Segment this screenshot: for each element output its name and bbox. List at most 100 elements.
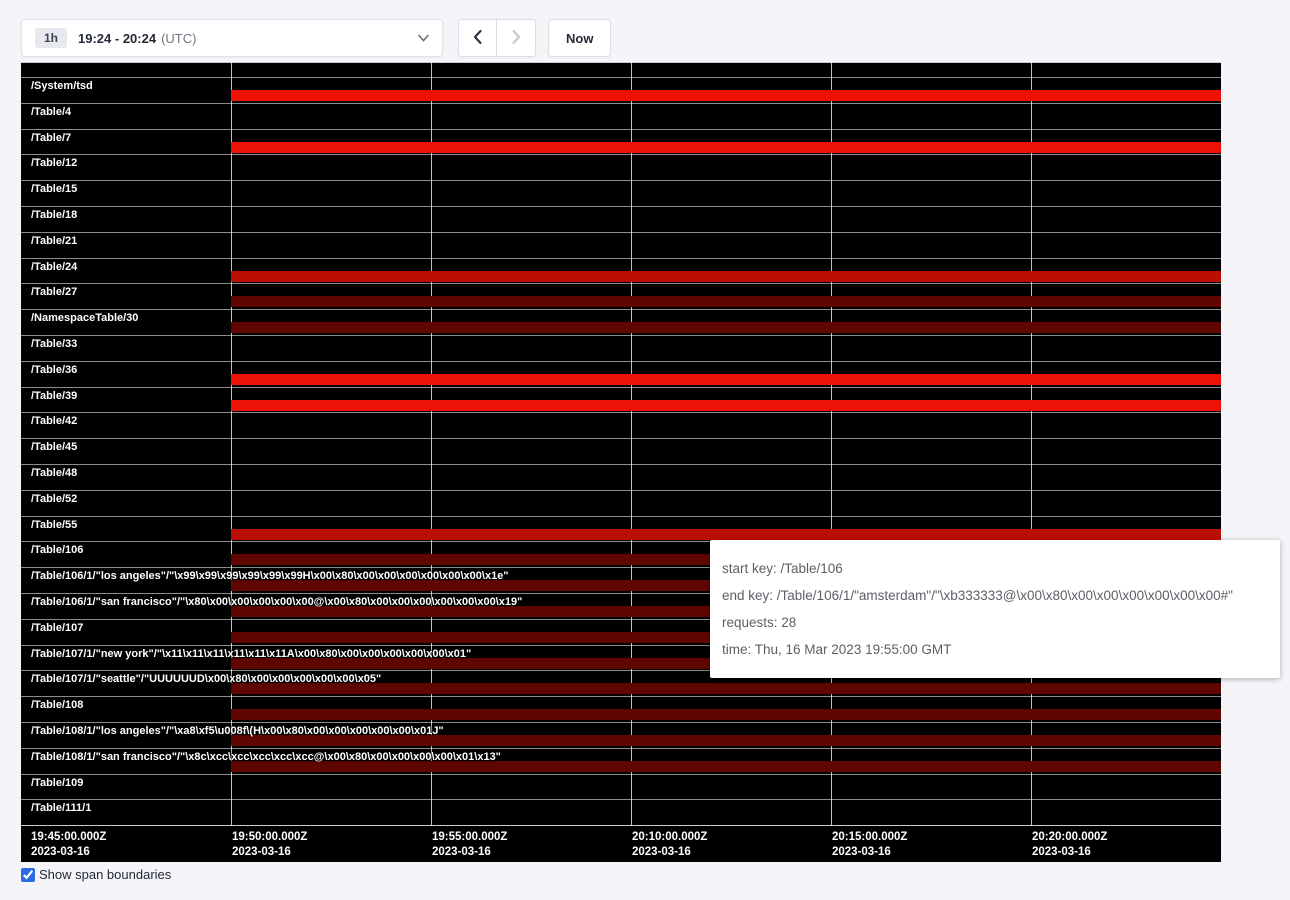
span-key-label: /Table/36: [31, 364, 77, 376]
span-key-label: /Table/107/1/"new york"/"\x11\x11\x11\x1…: [31, 648, 471, 660]
x-axis-tick: 19:50:00.000Z2023-03-16: [232, 830, 307, 860]
tick-date: 2023-03-16: [232, 845, 307, 860]
time-range-selector[interactable]: 1h 19:24 - 20:24 (UTC): [21, 19, 443, 57]
now-button[interactable]: Now: [548, 19, 611, 57]
x-axis: 19:45:00.000Z2023-03-1619:50:00.000Z2023…: [21, 825, 1221, 862]
heatmap-row[interactable]: /Table/36: [21, 361, 1221, 387]
heatmap-row[interactable]: /Table/15: [21, 180, 1221, 206]
span-key-label: /Table/21: [31, 235, 77, 247]
x-axis-tick: 20:20:00.000Z2023-03-16: [1032, 830, 1107, 860]
toolbar: 1h 19:24 - 20:24 (UTC) Now: [21, 19, 611, 57]
x-axis-tick: 19:45:00.000Z2023-03-16: [31, 830, 106, 860]
next-time-button[interactable]: [497, 20, 535, 56]
heatmap-row[interactable]: /Table/45: [21, 438, 1221, 464]
tick-date: 2023-03-16: [832, 845, 907, 860]
activity-band: [231, 296, 1221, 307]
heatmap-row[interactable]: /NamespaceTable/30: [21, 309, 1221, 335]
x-axis-tick: 20:15:00.000Z2023-03-16: [832, 830, 907, 860]
tick-date: 2023-03-16: [1032, 845, 1107, 860]
span-key-label: /Table/108/1/"los angeles"/"\xa8\xf5\u00…: [31, 725, 444, 737]
x-axis-tick: 20:10:00.000Z2023-03-16: [632, 830, 707, 860]
heatmap-row[interactable]: /Table/39: [21, 387, 1221, 413]
span-key-label: /Table/15: [31, 183, 77, 195]
span-key-label: /Table/52: [31, 493, 77, 505]
chevron-down-icon: [418, 34, 429, 42]
span-key-label: /Table/106/1/"san francisco"/"\x80\x00\x…: [31, 596, 522, 608]
chevron-left-icon: [472, 29, 483, 48]
timezone-label: (UTC): [161, 31, 196, 46]
activity-band: [231, 271, 1221, 282]
activity-band: [231, 529, 1221, 540]
tick-date: 2023-03-16: [632, 845, 707, 860]
span-key-label: /Table/109: [31, 777, 83, 789]
span-key-label: /Table/48: [31, 467, 77, 479]
heatmap-row[interactable]: /Table/21: [21, 232, 1221, 258]
heatmap-row[interactable]: /Table/108/1/"los angeles"/"\xa8\xf5\u00…: [21, 722, 1221, 748]
duration-badge: 1h: [35, 28, 67, 48]
show-span-boundaries-label: Show span boundaries: [39, 867, 171, 882]
heatmap-row[interactable]: /Table/55: [21, 516, 1221, 542]
tick-time: 20:15:00.000Z: [832, 830, 907, 845]
tooltip-time: time: Thu, 16 Mar 2023 19:55:00 GMT: [722, 641, 1268, 658]
span-key-label: /Table/7: [31, 132, 71, 144]
tick-time: 19:45:00.000Z: [31, 830, 106, 845]
tick-date: 2023-03-16: [31, 845, 106, 860]
heatmap-row[interactable]: /Table/27: [21, 283, 1221, 309]
span-key-label: /Table/107: [31, 622, 83, 634]
span-key-label: /Table/42: [31, 415, 77, 427]
time-range-label: 19:24 - 20:24: [78, 31, 156, 46]
heatmap-row[interactable]: /Table/24: [21, 258, 1221, 284]
activity-band: [231, 400, 1221, 411]
heatmap-canvas[interactable]: /System/tsd/Table/4/Table/7/Table/12/Tab…: [21, 62, 1221, 862]
x-axis-tick: 19:55:00.000Z2023-03-16: [432, 830, 507, 860]
heatmap-row[interactable]: /Table/42: [21, 412, 1221, 438]
heatmap-rows: /System/tsd/Table/4/Table/7/Table/12/Tab…: [21, 62, 1221, 825]
activity-band: [231, 374, 1221, 385]
show-span-boundaries-control[interactable]: Show span boundaries: [21, 867, 171, 882]
show-span-boundaries-checkbox[interactable]: [21, 868, 35, 882]
heatmap-row[interactable]: /Table/111/1: [21, 799, 1221, 825]
heatmap-row[interactable]: /Table/33: [21, 335, 1221, 361]
activity-band: [231, 90, 1221, 101]
heatmap-row[interactable]: /Table/7: [21, 129, 1221, 155]
tooltip-start-key: start key: /Table/106: [722, 560, 1268, 577]
prev-time-button[interactable]: [459, 20, 497, 56]
span-key-label: /Table/27: [31, 286, 77, 298]
tick-date: 2023-03-16: [432, 845, 507, 860]
span-key-label: /Table/12: [31, 157, 77, 169]
span-key-label: /Table/18: [31, 209, 77, 221]
span-key-label: /System/tsd: [31, 80, 93, 92]
heatmap-row[interactable]: /Table/48: [21, 464, 1221, 490]
span-key-label: /Table/111/1: [31, 802, 91, 814]
span-key-label: /Table/24: [31, 261, 77, 273]
tooltip-requests: requests: 28: [722, 614, 1268, 631]
span-key-label: /Table/106/1/"los angeles"/"\x99\x99\x99…: [31, 570, 509, 582]
chevron-right-icon: [511, 29, 522, 48]
heatmap-row[interactable]: /Table/52: [21, 490, 1221, 516]
key-visualizer-page: 1h 19:24 - 20:24 (UTC) Now /S: [0, 0, 1290, 900]
span-key-label: /Table/108: [31, 699, 83, 711]
heatmap-row[interactable]: /Table/4: [21, 103, 1221, 129]
heatmap-row[interactable]: /Table/12: [21, 154, 1221, 180]
tick-time: 20:20:00.000Z: [1032, 830, 1107, 845]
span-key-label: /Table/4: [31, 106, 71, 118]
span-key-label: /Table/106: [31, 544, 83, 556]
time-nav-group: [458, 19, 536, 57]
tick-time: 20:10:00.000Z: [632, 830, 707, 845]
heatmap-row[interactable]: /Table/18: [21, 206, 1221, 232]
heatmap-row[interactable]: /Table/108: [21, 696, 1221, 722]
activity-band: [231, 142, 1221, 153]
span-key-label: /Table/45: [31, 441, 77, 453]
activity-band: [231, 709, 1221, 720]
span-key-label: /Table/33: [31, 338, 77, 350]
heatmap-row[interactable]: /Table/109: [21, 774, 1221, 800]
tick-time: 19:55:00.000Z: [432, 830, 507, 845]
span-key-label: /Table/108/1/"san francisco"/"\x8c\xcc\x…: [31, 751, 501, 763]
span-key-label: /Table/39: [31, 390, 77, 402]
activity-band: [231, 322, 1221, 333]
heatmap-row-spacer: [21, 62, 1221, 77]
span-key-label: /Table/107/1/"seattle"/"UUUUUUD\x00\x80\…: [31, 673, 381, 685]
heatmap-row[interactable]: /Table/108/1/"san francisco"/"\x8c\xcc\x…: [21, 748, 1221, 774]
heatmap-row[interactable]: /System/tsd: [21, 77, 1221, 103]
tooltip-end-key: end key: /Table/106/1/"amsterdam"/"\xb33…: [722, 587, 1268, 604]
